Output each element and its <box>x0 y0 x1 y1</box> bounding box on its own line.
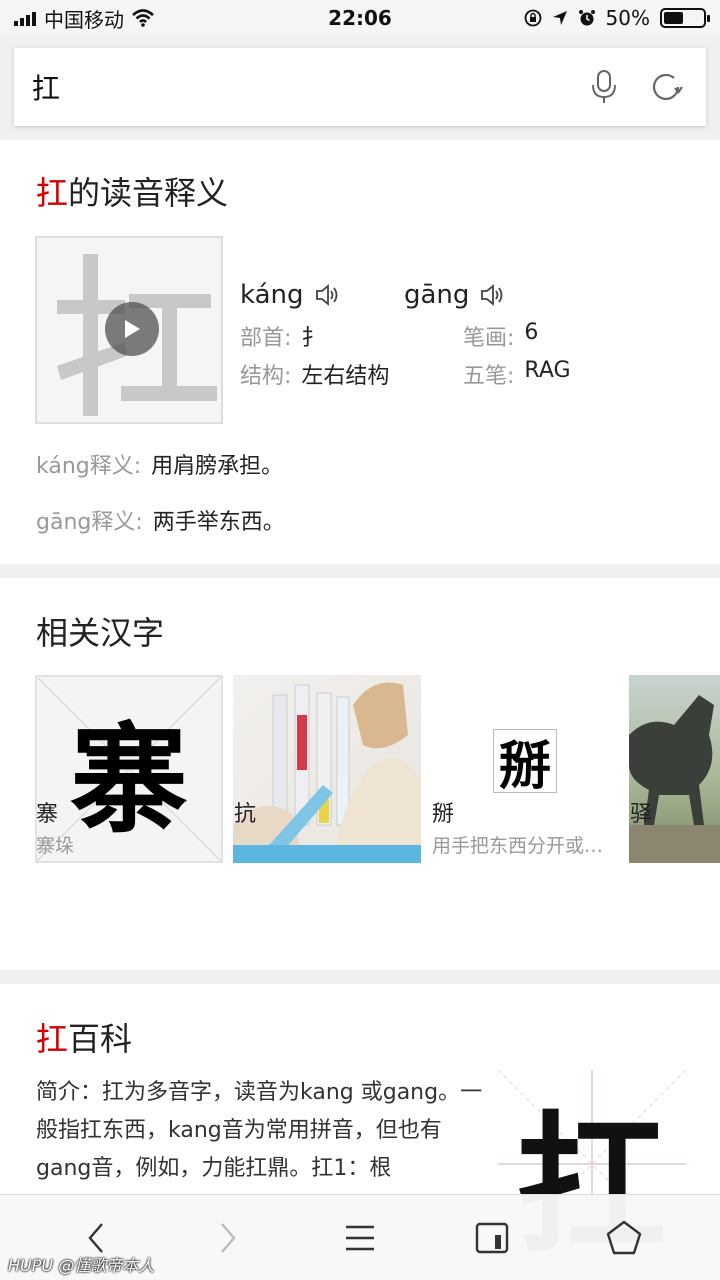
related-chars-card: 相关汉字 寨 寨 寨垛 抗 掰 掰 用手把东西分开或… 驿 <box>0 578 720 970</box>
location-icon <box>552 11 567 25</box>
search-area: 扛 <box>0 36 720 138</box>
title-rest: 的读音释义 <box>68 174 229 212</box>
radical-row: 部首: 扌 <box>240 320 323 352</box>
title-rest: 百科 <box>68 1020 133 1058</box>
tabs-icon <box>475 1222 509 1253</box>
related-char[interactable]: 寨 <box>36 796 58 828</box>
play-icon <box>125 320 140 338</box>
wubi-label: 五笔: <box>463 364 515 389</box>
battery-icon <box>660 8 710 28</box>
menu-button[interactable] <box>330 1208 390 1268</box>
structure-row: 结构: 左右结构 <box>240 358 389 390</box>
structure-label: 结构: <box>240 364 292 389</box>
play-button[interactable] <box>105 302 159 356</box>
meaning-kang-label: káng释义: <box>36 454 142 479</box>
reading-card: 扛的读音释义 káng gāng 部首: 扌 笔画: 6 结构: 左右结构 五笔… <box>0 140 720 564</box>
watermark: HUPU @懂歌帝本人 <box>8 1252 154 1276</box>
wubi-row: 五笔: RAG <box>463 358 571 390</box>
related-desc: 用手把东西分开或… <box>432 835 604 857</box>
meaning-kang-value: 用肩膀承担。 <box>151 454 284 479</box>
status-left: 中国移动 <box>14 4 154 33</box>
stroke-animation-box[interactable] <box>35 236 223 424</box>
chevron-left-icon <box>88 1222 103 1253</box>
pronunciation-kang[interactable]: káng <box>240 280 340 310</box>
speaker-icon[interactable] <box>314 283 340 307</box>
related-desc: 寨垛 <box>36 835 75 857</box>
alarm-icon <box>578 10 595 26</box>
home-button[interactable] <box>594 1208 654 1268</box>
baike-summary[interactable]: 简介：扛为多音字，读音为kang 或gang。一般指扛东西，kang音为常用拼音… <box>36 1074 486 1188</box>
title-highlight-char: 扛 <box>36 1020 69 1058</box>
pinyin-gang: gāng <box>404 280 470 310</box>
carrier-label: 中国移动 <box>44 7 124 32</box>
related-item[interactable] <box>629 675 720 863</box>
related-char[interactable]: 驿 <box>630 796 652 828</box>
title-highlight-char: 扛 <box>36 174 69 212</box>
related-image-photo <box>629 675 720 863</box>
status-bar: 中国移动 22:06 50% <box>0 0 720 36</box>
related-char[interactable]: 抗 <box>234 796 256 828</box>
radical-label: 部首: <box>240 326 292 351</box>
structure-value: 左右结构 <box>301 364 390 389</box>
meaning-kang: káng释义: 用肩膀承担。 <box>36 448 283 480</box>
radical-value: 扌 <box>301 326 324 351</box>
signal-icon <box>14 10 36 26</box>
lab-photo-illustration <box>233 682 421 863</box>
baike-card-title: 扛百科 <box>36 1014 132 1060</box>
strokes-value: 6 <box>524 320 539 345</box>
horse-photo-illustration <box>629 695 720 863</box>
refresh-icon <box>652 73 683 100</box>
strokes-row: 笔画: 6 <box>463 320 538 352</box>
watermark-text: @懂歌帝本人 <box>58 1256 155 1275</box>
related-card-title: 相关汉字 <box>36 614 165 652</box>
forward-button[interactable] <box>198 1208 258 1268</box>
wifi-icon <box>132 9 154 27</box>
home-icon <box>606 1220 642 1254</box>
related-item[interactable] <box>233 675 421 863</box>
refresh-button[interactable] <box>644 65 688 109</box>
pronunciation-gang[interactable]: gāng <box>404 280 505 310</box>
tabs-button[interactable] <box>462 1208 522 1268</box>
search-input[interactable]: 扛 <box>32 67 564 107</box>
chevron-right-icon <box>221 1222 236 1253</box>
menu-icon <box>346 1225 374 1250</box>
meaning-gang-label: gāng释义: <box>36 510 143 535</box>
rotation-lock-icon <box>524 9 541 27</box>
status-right: 50% <box>524 6 710 30</box>
search-box[interactable]: 扛 <box>14 48 706 126</box>
watermark-brand: HUPU <box>8 1256 54 1275</box>
related-char[interactable]: 掰 <box>432 796 454 828</box>
wubi-value: RAG <box>524 358 571 383</box>
glyph-image-text: 掰 <box>493 729 557 797</box>
microphone-icon <box>592 70 616 103</box>
reading-card-title: 扛的读音释义 <box>36 168 228 214</box>
battery-percent: 50% <box>605 6 650 30</box>
strokes-label: 笔画: <box>463 326 515 351</box>
voice-search-button[interactable] <box>582 65 626 109</box>
related-image-photo <box>233 675 421 863</box>
pinyin-kang: káng <box>240 280 304 310</box>
meaning-gang: gāng释义: 两手举东西。 <box>36 504 285 536</box>
meaning-gang-value: 两手举东西。 <box>152 510 285 535</box>
speaker-icon[interactable] <box>479 283 505 307</box>
